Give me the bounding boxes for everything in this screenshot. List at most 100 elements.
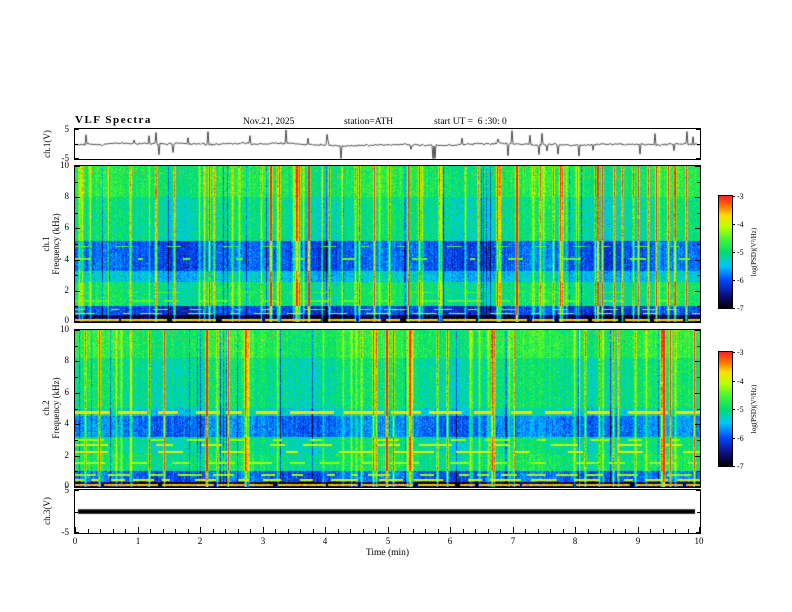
x-minor-tick — [375, 529, 376, 533]
volt-major-tick — [696, 158, 700, 159]
x-minor-tick — [650, 529, 651, 533]
x-axis-label: Time (min) — [365, 548, 410, 558]
colorbar-tick — [732, 381, 735, 382]
volt-minor-tick — [697, 144, 700, 145]
volt-tick-label: 5 — [64, 485, 70, 495]
header-station: station=ATH — [344, 117, 394, 127]
x-minor-tick — [300, 529, 301, 533]
colorbar-tick-label: -7 — [737, 462, 744, 471]
x-minor-tick — [625, 529, 626, 533]
colorbar-tick — [732, 352, 735, 353]
freq-tick-label: 4 — [64, 254, 70, 264]
header-date: Nov.21, 2025 — [243, 117, 295, 127]
freq-major-tick — [695, 456, 700, 457]
freq-major-tick — [75, 321, 80, 322]
colorbar-tick-label: -5 — [737, 248, 744, 257]
freq-major-tick — [75, 260, 80, 261]
x-major-tick — [325, 527, 326, 533]
colorbar-tick-label: -5 — [737, 405, 744, 414]
freq-major-tick — [75, 361, 80, 362]
x-minor-tick — [225, 529, 226, 533]
x-major-tick — [575, 527, 576, 533]
freq-major-tick — [695, 260, 700, 261]
x-tick-label: 8 — [572, 536, 578, 546]
x-minor-tick — [538, 529, 539, 533]
colorbar-tick — [732, 252, 735, 253]
freq-tick-label: 8 — [64, 355, 70, 365]
ch2-frequency-axis-label-line2: Frequency (kHz) — [51, 377, 61, 439]
freq-major-tick — [75, 486, 80, 487]
x-minor-tick — [563, 529, 564, 533]
volt-minor-tick — [75, 144, 78, 145]
volt-major-tick — [75, 158, 79, 159]
x-tick-label: 0 — [72, 536, 78, 546]
x-minor-tick — [213, 529, 214, 533]
x-major-tick — [75, 527, 76, 533]
x-major-tick — [263, 527, 264, 533]
freq-minor-tick — [75, 377, 78, 378]
colorbar-tick-label: -6 — [737, 434, 744, 443]
x-major-tick — [699, 527, 700, 533]
colorbar-tick — [732, 438, 735, 439]
freq-minor-tick — [697, 306, 700, 307]
colorbar-tick — [732, 466, 735, 467]
x-minor-tick — [113, 529, 114, 533]
freq-minor-tick — [75, 471, 78, 472]
x-major-tick — [138, 527, 139, 533]
ch1-waveform-panel — [74, 128, 701, 160]
colorbar-tick-label: -4 — [737, 220, 744, 229]
colorbar-ch2 — [718, 351, 733, 467]
x-tick-label: 3 — [260, 536, 266, 546]
x-minor-tick — [550, 529, 551, 533]
ch2-spectrogram-panel — [74, 329, 701, 488]
colorbar-tick-label: -3 — [737, 348, 744, 357]
freq-minor-tick — [697, 213, 700, 214]
freq-major-tick — [695, 228, 700, 229]
x-minor-tick — [125, 529, 126, 533]
x-minor-tick — [463, 529, 464, 533]
ch2-spectrogram-canvas — [75, 330, 700, 487]
x-minor-tick — [675, 529, 676, 533]
x-minor-tick — [663, 529, 664, 533]
freq-major-tick — [75, 291, 80, 292]
figure-title: VLF Spectra — [75, 114, 152, 126]
volt-minor-tick — [697, 512, 700, 513]
volt-major-tick — [75, 129, 79, 130]
colorbar-tick — [732, 224, 735, 225]
colorbar-tick-label: -4 — [737, 377, 744, 386]
x-major-tick — [388, 527, 389, 533]
colorbar-ch2-label: log(PSD)(V²/Hz) — [750, 384, 758, 434]
x-minor-tick — [488, 529, 489, 533]
freq-major-tick — [75, 330, 80, 331]
x-minor-tick — [363, 529, 364, 533]
x-minor-tick — [588, 529, 589, 533]
freq-major-tick — [75, 228, 80, 229]
x-minor-tick — [150, 529, 151, 533]
x-minor-tick — [338, 529, 339, 533]
volt-tick-label: -5 — [61, 527, 70, 537]
colorbar-ch2-gradient — [719, 352, 732, 466]
vlf-spectra-figure: VLF Spectra Nov.21, 2025 station=ATH sta… — [0, 0, 792, 612]
x-major-tick — [638, 527, 639, 533]
freq-major-tick — [695, 291, 700, 292]
x-major-tick — [200, 527, 201, 533]
freq-minor-tick — [75, 440, 78, 441]
volt-tick-label: -5 — [61, 153, 70, 163]
x-minor-tick — [175, 529, 176, 533]
ch3-volt-axis-label: ch.3(V) — [42, 497, 52, 525]
colorbar-tick-label: -3 — [737, 192, 744, 201]
freq-major-tick — [75, 197, 80, 198]
freq-minor-tick — [697, 275, 700, 276]
freq-tick-label: 6 — [64, 387, 70, 397]
colorbar-tick — [732, 280, 735, 281]
ch2-frequency-axis-label-line1: ch.2 — [41, 400, 51, 416]
freq-major-tick — [75, 166, 80, 167]
freq-minor-tick — [697, 346, 700, 347]
x-minor-tick — [163, 529, 164, 533]
freq-major-tick — [695, 393, 700, 394]
freq-major-tick — [695, 486, 700, 487]
colorbar-ch1 — [718, 195, 733, 309]
freq-tick-label: 4 — [64, 418, 70, 428]
freq-minor-tick — [697, 471, 700, 472]
freq-major-tick — [75, 393, 80, 394]
